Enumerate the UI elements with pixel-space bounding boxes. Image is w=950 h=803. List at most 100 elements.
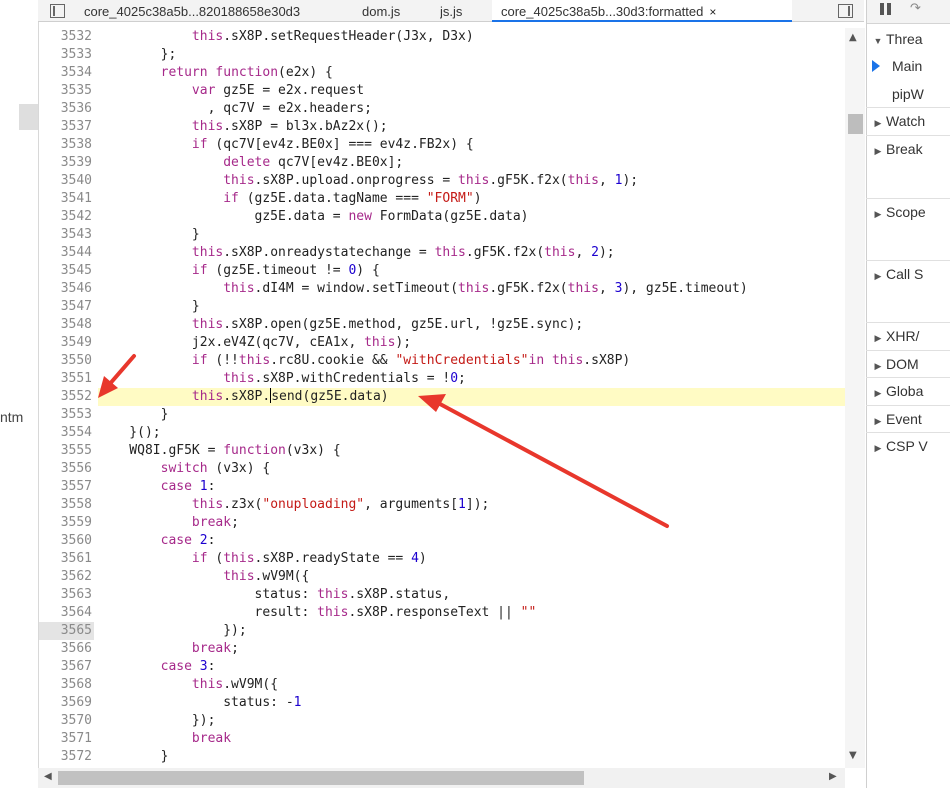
- code-line[interactable]: }: [98, 226, 845, 244]
- line-number[interactable]: 3567: [39, 658, 94, 676]
- line-number[interactable]: 3540: [39, 172, 94, 190]
- code-line[interactable]: result: this.sX8P.responseText || "": [98, 604, 845, 622]
- line-number[interactable]: 3566: [39, 640, 94, 658]
- code-line[interactable]: this.dI4M = window.setTimeout(this.gF5K.…: [98, 280, 845, 298]
- sidebar-section-watch[interactable]: ▶ Watch: [866, 107, 950, 134]
- code-line[interactable]: this.sX8P.setRequestHeader(J3x, D3x): [98, 28, 845, 46]
- code-line[interactable]: status: -1: [98, 694, 845, 712]
- line-number[interactable]: 3558: [39, 496, 94, 514]
- line-number[interactable]: 3568: [39, 676, 94, 694]
- line-number[interactable]: 3532: [39, 28, 94, 46]
- step-icon[interactable]: ↷: [910, 0, 921, 16]
- line-number[interactable]: 3570: [39, 712, 94, 730]
- tab-dom-js[interactable]: dom.js: [362, 0, 432, 22]
- code-line[interactable]: if (gz5E.timeout != 0) {: [98, 262, 845, 280]
- code-line[interactable]: this.sX8P.withCredentials = !0;: [98, 370, 845, 388]
- code-line[interactable]: switch (v3x) {: [98, 460, 845, 478]
- vertical-scrollbar[interactable]: [845, 28, 865, 768]
- line-number[interactable]: 3550: [39, 352, 94, 370]
- code-line[interactable]: if (this.sX8P.readyState == 4): [98, 550, 845, 568]
- line-number[interactable]: 3557: [39, 478, 94, 496]
- tab-core-formatted[interactable]: core_4025c38a5b...30d3:formatted ×: [492, 0, 792, 22]
- line-number[interactable]: 3563: [39, 586, 94, 604]
- line-number-gutter[interactable]: 3532 3533 3534 3535 3536 3537 3538 3539 3540 3541…: [39, 28, 94, 766]
- line-number[interactable]: 3544: [39, 244, 94, 262]
- code-line[interactable]: if (gz5E.data.tagName === "FORM"): [98, 190, 845, 208]
- code-line[interactable]: , qc7V = e2x.headers;: [98, 100, 845, 118]
- code-line[interactable]: }();: [98, 424, 845, 442]
- line-number[interactable]: 3536: [39, 100, 94, 118]
- code-line[interactable]: this.sX8P.upload.onprogress = this.gF5K.…: [98, 172, 845, 190]
- line-number[interactable]: 3565: [39, 622, 94, 640]
- scroll-down-icon[interactable]: ▼: [849, 750, 857, 761]
- line-number[interactable]: 3564: [39, 604, 94, 622]
- thread-pipw[interactable]: pipW: [892, 86, 924, 102]
- line-number[interactable]: 3541: [39, 190, 94, 208]
- sidebar-section-call-s[interactable]: ▶ Call S: [866, 260, 950, 287]
- code-line[interactable]: });: [98, 622, 845, 640]
- line-number[interactable]: 3552: [39, 388, 94, 406]
- code-line[interactable]: }: [98, 406, 845, 424]
- sidebar-section-dom[interactable]: ▶ DOM: [866, 350, 950, 377]
- line-number[interactable]: 3537: [39, 118, 94, 136]
- threads-section[interactable]: ▼ Threa: [866, 26, 950, 53]
- line-number[interactable]: 3534: [39, 64, 94, 82]
- line-number[interactable]: 3560: [39, 532, 94, 550]
- line-number[interactable]: 3562: [39, 568, 94, 586]
- sidebar-section-event[interactable]: ▶ Event: [866, 405, 950, 432]
- code-line[interactable]: if (!!this.rc8U.cookie && "withCredentia…: [98, 352, 845, 370]
- horizontal-scroll-thumb[interactable]: [58, 771, 584, 785]
- code-line[interactable]: this.sX8P = bl3x.bAz2x();: [98, 118, 845, 136]
- code-line[interactable]: break;: [98, 640, 845, 658]
- scroll-up-icon[interactable]: ▲: [849, 32, 857, 43]
- code-line[interactable]: this.wV9M({: [98, 676, 845, 694]
- code-line[interactable]: j2x.eV4Z(qc7V, cEA1x, this);: [98, 334, 845, 352]
- line-number[interactable]: 3572: [39, 748, 94, 766]
- line-number[interactable]: 3549: [39, 334, 94, 352]
- code-line[interactable]: case 1:: [98, 478, 845, 496]
- code-line[interactable]: }: [98, 748, 845, 766]
- code-line[interactable]: }: [98, 298, 845, 316]
- code-line[interactable]: break: [98, 730, 845, 748]
- scroll-left-icon[interactable]: ◀: [44, 771, 52, 782]
- line-number[interactable]: 3548: [39, 316, 94, 334]
- line-number[interactable]: 3553: [39, 406, 94, 424]
- line-number[interactable]: 3561: [39, 550, 94, 568]
- sidebar-section-scope[interactable]: ▶ Scope: [866, 198, 950, 225]
- code-line[interactable]: status: this.sX8P.status,: [98, 586, 845, 604]
- line-number[interactable]: 3551: [39, 370, 94, 388]
- line-number[interactable]: 3559: [39, 514, 94, 532]
- current-code-line[interactable]: this.sX8P.send(gz5E.data): [98, 388, 845, 406]
- code-line[interactable]: delete qc7V[ev4z.BE0x];: [98, 154, 845, 172]
- line-number[interactable]: 3545: [39, 262, 94, 280]
- pause-icon[interactable]: [880, 3, 892, 17]
- line-number[interactable]: 3533: [39, 46, 94, 64]
- line-number[interactable]: 3547: [39, 298, 94, 316]
- line-number[interactable]: 3539: [39, 154, 94, 172]
- sidebar-section-xhr[interactable]: ▶ XHR/: [866, 322, 950, 349]
- code-line[interactable]: var gz5E = e2x.request: [98, 82, 845, 100]
- line-number[interactable]: 3569: [39, 694, 94, 712]
- line-number[interactable]: 3543: [39, 226, 94, 244]
- line-number[interactable]: 3556: [39, 460, 94, 478]
- tab-core-file[interactable]: core_4025c38a5b...820188658e30d3: [84, 0, 362, 22]
- line-number[interactable]: 3554: [39, 424, 94, 442]
- code-line[interactable]: };: [98, 46, 845, 64]
- code-line[interactable]: this.z3x("onuploading", arguments[1]);: [98, 496, 845, 514]
- sidebar-section-break[interactable]: ▶ Break: [866, 135, 950, 162]
- line-number[interactable]: 3555: [39, 442, 94, 460]
- sidebar-section-globa[interactable]: ▶ Globa: [866, 377, 950, 404]
- line-number[interactable]: 3538: [39, 136, 94, 154]
- thread-main[interactable]: Main: [892, 58, 922, 74]
- tab-js-js[interactable]: js.js: [440, 0, 495, 22]
- code-line[interactable]: });: [98, 712, 845, 730]
- code-line[interactable]: this.wV9M({: [98, 568, 845, 586]
- code-line[interactable]: this.sX8P.onreadystatechange = this.gF5K…: [98, 244, 845, 262]
- toggle-debugger-icon[interactable]: [838, 4, 853, 18]
- line-number[interactable]: 3542: [39, 208, 94, 226]
- code-line[interactable]: if (qc7V[ev4z.BE0x] === ev4z.FB2x) {: [98, 136, 845, 154]
- code-line[interactable]: case 3:: [98, 658, 845, 676]
- code-editor[interactable]: this.sX8P.setRequestHeader(J3x, D3x) }; …: [98, 28, 845, 766]
- code-line[interactable]: break;: [98, 514, 845, 532]
- code-line[interactable]: case 2:: [98, 532, 845, 550]
